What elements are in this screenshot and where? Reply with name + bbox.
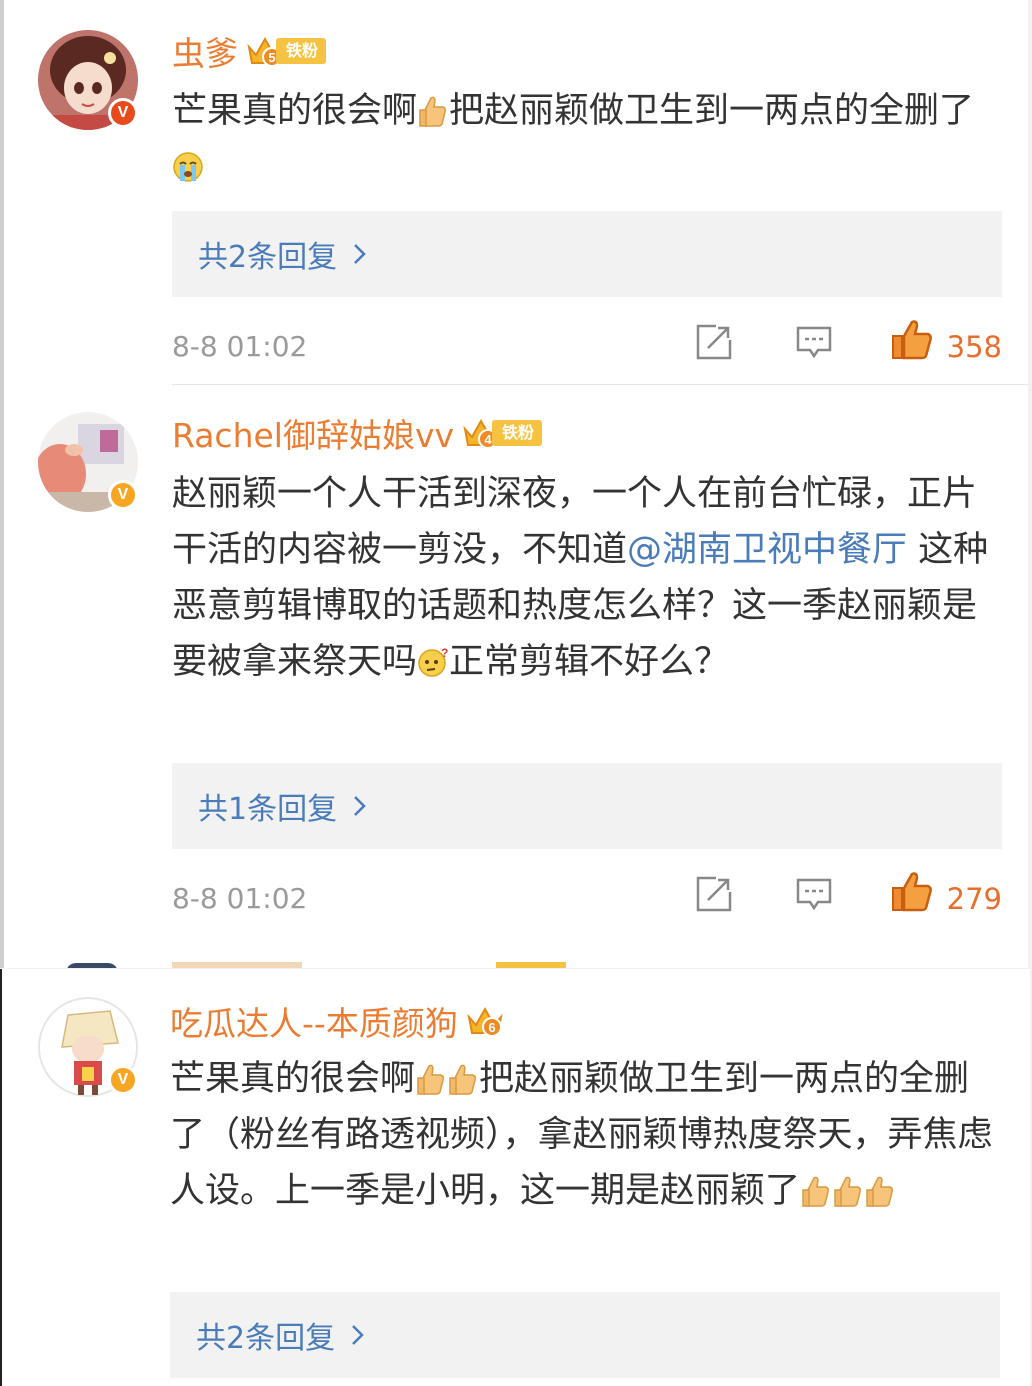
comment-text-part: 芒果真的很会啊 <box>170 1059 416 1099</box>
comment-text: 赵丽颖一个人干活到深夜，一个人在前台忙碌，正片干活的内容被一剪没，不知道@湖南卫… <box>172 466 1002 690</box>
comment-text-part: 把赵丽颖做卫生到一两点的全删了 <box>449 91 975 131</box>
comment-text: 芒果真的很会啊 把赵丽颖做卫生到一两点的全删了（粉丝有路透视频），拿赵丽颖博热度祭… <box>170 1051 1000 1219</box>
like-count: 358 <box>946 330 1002 364</box>
timestamp: 8-8 01:02 <box>172 882 308 915</box>
fan-badge-label: 铁粉 <box>492 420 543 446</box>
divider <box>172 384 1028 385</box>
view-replies-link[interactable]: 共2条回复 <box>196 1313 365 1357</box>
thumbs-up-emoji <box>449 1064 477 1095</box>
reply-box[interactable]: 共1条回复 <box>172 763 1002 849</box>
avatar[interactable]: V <box>38 997 138 1097</box>
thinking-emoji: ? <box>418 646 448 677</box>
comment-meta: 8-8 01:02 279 <box>172 872 1002 924</box>
thumbs-up-emoji <box>834 1176 862 1207</box>
view-replies-label: 共2条回复 <box>196 1321 336 1356</box>
mention-link[interactable]: @湖南卫视中餐厅 <box>627 530 907 570</box>
view-replies-label: 共2条回复 <box>198 240 338 275</box>
timestamp: 8-8 01:02 <box>172 330 308 363</box>
clipped-username <box>172 962 302 968</box>
avatar[interactable]: V <box>38 412 138 512</box>
comment-panel: V 虫爹 5 铁粉 芒果真的很会啊把赵丽颖做卫生到一两点的全删了 共2条回复 <box>0 0 1028 968</box>
clipped-avatar <box>66 963 118 968</box>
chevron-right-icon <box>352 1325 364 1345</box>
share-icon[interactable] <box>694 322 734 362</box>
comment-text: 芒果真的很会啊 把赵丽颖做卫生到一两点的全删了 <box>172 83 1002 195</box>
reply-box[interactable]: 共2条回复 <box>172 211 1002 297</box>
username[interactable]: 吃瓜达人--本质颜狗 <box>170 997 458 1045</box>
crown-icon: 6 <box>467 1006 503 1037</box>
comment-icon[interactable] <box>794 874 834 914</box>
fan-badge-label: 铁粉 <box>276 38 327 64</box>
verified-badge: V <box>108 98 138 128</box>
thumbs-up-emoji <box>419 96 447 127</box>
reply-box[interactable]: 共2条回复 <box>170 1292 1000 1378</box>
thumbs-up-emoji <box>802 1176 830 1207</box>
thumbs-up-icon[interactable] <box>890 870 934 914</box>
svg-text:5: 5 <box>268 50 275 65</box>
name-row: Rachel御辞姑娘vv 4 铁粉 <box>172 408 543 458</box>
view-replies-link[interactable]: 共2条回复 <box>198 232 367 276</box>
chevron-right-icon <box>354 796 366 816</box>
comment-text-part: 正常剪辑不好么？ <box>449 642 730 682</box>
avatar[interactable]: V <box>38 30 138 130</box>
view-replies-link[interactable]: 共1条回复 <box>198 784 367 828</box>
name-row: 虫爹 5 铁粉 <box>172 26 327 76</box>
svg-text:6: 6 <box>488 1020 495 1035</box>
comment-meta: 8-8 01:02 358 <box>172 320 1002 372</box>
comment-text-part: 芒果真的很会啊 <box>172 91 418 131</box>
username[interactable]: 虫爹 <box>172 27 238 75</box>
comment-icon[interactable] <box>794 322 834 362</box>
like-count: 279 <box>946 882 1002 916</box>
fan-badge[interactable]: 5 铁粉 <box>246 34 327 68</box>
view-replies-label: 共1条回复 <box>198 792 338 827</box>
name-row: 吃瓜达人--本质颜狗 6 <box>170 996 504 1046</box>
fan-badge[interactable]: 4 铁粉 <box>462 416 543 450</box>
thumbs-up-icon[interactable] <box>890 318 934 362</box>
thumbs-up-emoji <box>866 1176 894 1207</box>
thumbs-up-emoji <box>417 1064 445 1095</box>
svg-text:?: ? <box>441 646 448 660</box>
comment-panel: V 吃瓜达人--本质颜狗 6 芒果真的很会啊 把赵丽颖做卫生到一两点的全删了（粉丝… <box>0 969 1030 1386</box>
clipped-badge <box>496 962 566 968</box>
chevron-right-icon <box>354 244 366 264</box>
fan-badge[interactable]: 6 <box>466 1004 504 1038</box>
verified-badge: V <box>108 480 138 510</box>
share-icon[interactable] <box>694 874 734 914</box>
verified-badge: V <box>108 1065 138 1095</box>
username[interactable]: Rachel御辞姑娘vv <box>172 409 454 457</box>
crying-emoji <box>173 152 203 182</box>
